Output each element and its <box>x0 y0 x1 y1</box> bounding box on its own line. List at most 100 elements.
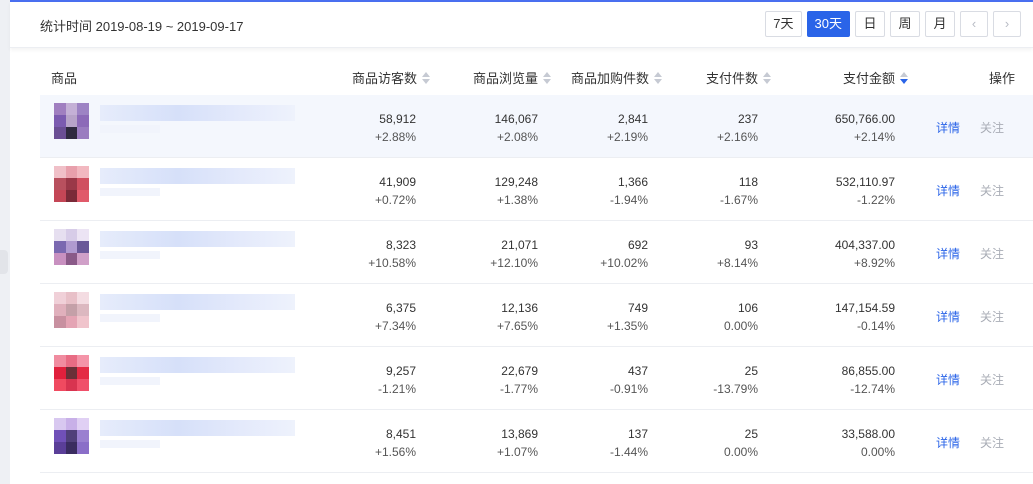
paid-items-cell: 25 0.00% <box>724 425 758 461</box>
thumbnail-pixel <box>65 190 78 202</box>
period-switcher: 7天 30天 日 周 月 ‹ › <box>765 11 1021 37</box>
thumbnail-pixel <box>54 355 66 367</box>
detail-link[interactable]: 详情 <box>936 308 960 325</box>
views-value: 129,248 <box>494 175 538 189</box>
paid-items-change-value: 0.00% <box>723 445 758 459</box>
thumbnail-pixel <box>77 355 89 367</box>
visitors-change-value: +0.72% <box>374 193 416 207</box>
paid-items-value: 118 <box>738 175 758 189</box>
views-change-value: -1.77% <box>499 382 538 396</box>
product-ranking-panel: 统计时间 2019-08-19 ~ 2019-09-17 7天 30天 日 周 … <box>10 2 1033 484</box>
views-value: 12,136 <box>501 301 538 315</box>
thumbnail-pixel <box>54 379 66 391</box>
views-change-value: +12.10% <box>490 256 538 270</box>
sort-icon[interactable] <box>763 72 771 84</box>
period-7-days-button[interactable]: 7天 <box>765 11 802 37</box>
thumbnail-pixel <box>65 127 78 139</box>
product-name-blurred[interactable] <box>100 168 295 184</box>
detail-link[interactable]: 详情 <box>936 182 960 199</box>
product-name-blurred[interactable] <box>100 105 295 121</box>
views-change-value: +2.08% <box>496 130 538 144</box>
thumbnail-pixel <box>54 166 66 178</box>
visitors-change-value: -1.21% <box>377 382 416 396</box>
thumbnail-pixel <box>65 292 78 304</box>
follow-link[interactable]: 关注 <box>980 434 1004 451</box>
thumbnail-pixel <box>77 166 89 178</box>
period-month-button[interactable]: 月 <box>925 11 955 37</box>
thumbnail-pixel <box>65 304 78 316</box>
sort-icon[interactable] <box>422 72 430 84</box>
thumbnail-pixel <box>54 316 66 328</box>
thumbnail-pixel <box>77 190 89 202</box>
thumbnail-pixel <box>54 190 66 202</box>
thumbnail-pixel <box>77 430 89 442</box>
add-to-cart-cell: 692 +10.02% <box>600 236 648 272</box>
product-thumbnail[interactable] <box>54 418 89 454</box>
visitors-change-value: +2.88% <box>374 130 416 144</box>
cart-change-value: -0.91% <box>609 382 648 396</box>
period-day-button[interactable]: 日 <box>855 11 885 37</box>
period-30-days-button[interactable]: 30天 <box>806 11 850 37</box>
detail-link[interactable]: 详情 <box>936 119 960 136</box>
chevron-left-icon[interactable]: ‹ <box>960 11 988 37</box>
paid-amount-change-value: -12.74% <box>850 382 895 396</box>
follow-link[interactable]: 关注 <box>980 119 1004 136</box>
visitors-value: 8,451 <box>385 427 416 441</box>
cart-value: 1,366 <box>617 175 648 189</box>
product-subtitle-blurred <box>100 314 160 322</box>
paid-amount-change-value: +2.14% <box>853 130 895 144</box>
product-thumbnail[interactable] <box>54 292 89 328</box>
paid-amount-value: 532,110.97 <box>835 175 895 189</box>
column-header-add-to-cart[interactable]: 商品加购件数 <box>571 68 662 87</box>
paid-amount-value: 404,337.00 <box>834 238 895 252</box>
product-thumbnail[interactable] <box>54 229 89 265</box>
product-name-blurred[interactable] <box>100 294 295 310</box>
detail-link[interactable]: 详情 <box>936 434 960 451</box>
column-header-paid-amount[interactable]: 支付金额 <box>843 68 908 87</box>
thumbnail-pixel <box>77 367 89 379</box>
visitors-cell: 8,451 +1.56% <box>375 425 416 461</box>
paid-amount-cell: 404,337.00 +8.92% <box>835 236 895 272</box>
product-name-blurred[interactable] <box>100 231 295 247</box>
follow-link[interactable]: 关注 <box>980 308 1004 325</box>
sort-icon[interactable] <box>543 72 551 84</box>
cart-change-value: +10.02% <box>600 256 648 270</box>
paid-amount-change-value: 0.00% <box>860 445 895 459</box>
follow-link[interactable]: 关注 <box>980 371 1004 388</box>
product-subtitle-blurred <box>100 377 160 385</box>
thumbnail-pixel <box>77 292 89 304</box>
column-header-paid-items[interactable]: 支付件数 <box>706 68 771 87</box>
column-header-views[interactable]: 商品浏览量 <box>473 68 551 87</box>
thumbnail-pixel <box>54 127 66 139</box>
table-row: 6,375 +7.34% 12,136 +7.65% 749 +1.35% 106 0.… <box>40 284 1033 347</box>
visitors-value: 6,375 <box>385 301 416 315</box>
paid-amount-value: 147,154.59 <box>834 301 895 315</box>
paid-amount-change-value: -0.14% <box>856 319 895 333</box>
table-row: 9,257 -1.21% 22,679 -1.77% 437 -0.91% 25 -13… <box>40 347 1033 410</box>
paid-items-change-value: -1.67% <box>719 193 758 207</box>
product-name-blurred[interactable] <box>100 420 295 436</box>
product-thumbnail[interactable] <box>54 103 89 139</box>
table-row: 41,909 +0.72% 129,248 +1.38% 1,366 -1.94% 1… <box>40 158 1033 221</box>
left-scroll-edge <box>0 250 8 274</box>
views-value: 146,067 <box>494 112 538 126</box>
follow-link[interactable]: 关注 <box>980 245 1004 262</box>
detail-link[interactable]: 详情 <box>936 245 960 262</box>
product-thumbnail[interactable] <box>54 355 89 391</box>
paid-amount-cell: 532,110.97 -1.22% <box>836 173 895 209</box>
follow-link[interactable]: 关注 <box>980 182 1004 199</box>
cart-change-value: +2.19% <box>606 130 648 144</box>
column-header-visitors[interactable]: 商品访客数 <box>352 68 430 87</box>
product-name-blurred[interactable] <box>100 357 295 373</box>
period-week-button[interactable]: 周 <box>890 11 920 37</box>
thumbnail-pixel <box>77 229 89 241</box>
detail-link[interactable]: 详情 <box>936 371 960 388</box>
chevron-right-icon[interactable]: › <box>993 11 1021 37</box>
table-row: 8,323 +10.58% 21,071 +12.10% 692 +10.02% 93… <box>40 221 1033 284</box>
add-to-cart-cell: 137 -1.44% <box>610 425 648 461</box>
thumbnail-pixel <box>77 115 89 127</box>
sort-desc-icon[interactable] <box>900 72 908 84</box>
stat-time-label: 统计时间 2019-08-19 ~ 2019-09-17 <box>40 19 244 34</box>
sort-icon[interactable] <box>654 72 662 84</box>
product-thumbnail[interactable] <box>54 166 89 202</box>
